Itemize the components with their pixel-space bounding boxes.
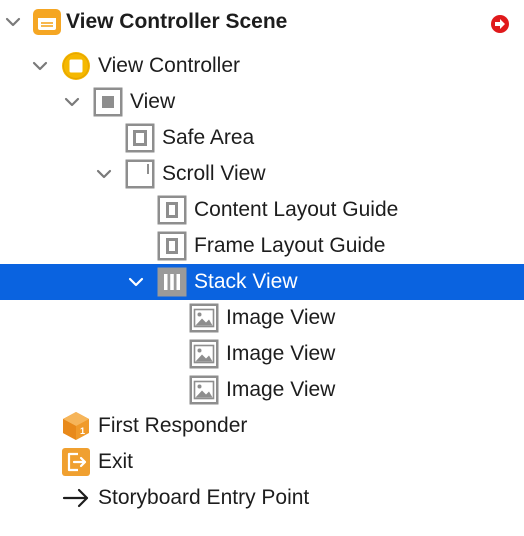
outline-row-first-responder[interactable]: 1 First Responder	[0, 408, 524, 444]
scroll-view-icon	[125, 159, 155, 189]
outline-row-image-view[interactable]: Image View	[0, 372, 524, 408]
outline-row-exit[interactable]: Exit	[0, 444, 524, 480]
chevron-down-icon[interactable]	[63, 93, 81, 111]
first-responder-cube-icon: 1	[61, 411, 91, 441]
storyboard-entry-point-label: Storyboard Entry Point	[98, 486, 310, 509]
view-label: View	[130, 90, 176, 113]
safe-area-label: Safe Area	[162, 126, 255, 149]
view-controller-icon	[61, 51, 91, 81]
exit-label: Exit	[98, 450, 134, 473]
content-layout-guide-label: Content Layout Guide	[194, 198, 399, 221]
chevron-down-icon[interactable]	[4, 13, 22, 31]
stack-view-icon	[157, 267, 187, 297]
exit-icon	[61, 447, 91, 477]
layout-guide-icon	[157, 195, 187, 225]
image-view-label: Image View	[226, 342, 336, 365]
outline-row-safe-area[interactable]: Safe Area	[0, 120, 524, 156]
outline-row-content-layout-guide[interactable]: Content Layout Guide	[0, 192, 524, 228]
scene-icon	[32, 7, 62, 37]
outline-row-frame-layout-guide[interactable]: Frame Layout Guide	[0, 228, 524, 264]
outline-row-view-controller[interactable]: View Controller	[0, 48, 524, 84]
chevron-down-icon[interactable]	[31, 57, 49, 75]
outline-row-storyboard-entry-point[interactable]: Storyboard Entry Point	[0, 480, 524, 516]
outline-row-image-view[interactable]: Image View	[0, 336, 524, 372]
outline-row-view[interactable]: View	[0, 84, 524, 120]
svg-text:1: 1	[80, 426, 85, 436]
image-view-label: Image View	[226, 378, 336, 401]
outline-row-stack-view[interactable]: Stack View	[0, 264, 524, 300]
scene-label: View Controller Scene	[66, 10, 288, 33]
layout-guide-icon	[157, 231, 187, 261]
layout-guide-icon	[125, 123, 155, 153]
frame-layout-guide-label: Frame Layout Guide	[194, 234, 386, 257]
image-view-icon	[189, 303, 219, 333]
outline-row-scene[interactable]: View Controller Scene	[0, 4, 524, 40]
document-outline: View Controller Scene View Controller Vi…	[0, 0, 524, 536]
outline-row-image-view[interactable]: Image View	[0, 300, 524, 336]
image-view-icon	[189, 339, 219, 369]
image-view-label: Image View	[226, 306, 336, 329]
chevron-down-icon[interactable]	[127, 273, 145, 291]
stack-view-label: Stack View	[194, 270, 298, 293]
view-icon	[93, 87, 123, 117]
view-controller-label: View Controller	[98, 54, 241, 77]
exit-arrow-badge-icon[interactable]	[490, 14, 510, 34]
scroll-view-label: Scroll View	[162, 162, 266, 185]
outline-row-scroll-view[interactable]: Scroll View	[0, 156, 524, 192]
arrow-right-icon	[61, 483, 91, 513]
image-view-icon	[189, 375, 219, 405]
first-responder-label: First Responder	[98, 414, 248, 437]
chevron-down-icon[interactable]	[95, 165, 113, 183]
